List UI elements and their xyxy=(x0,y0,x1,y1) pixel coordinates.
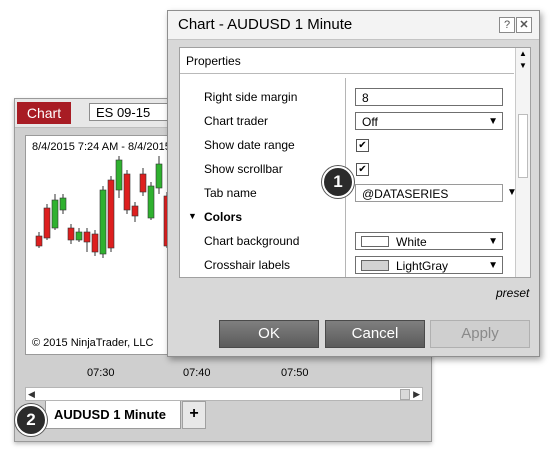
colors-section-title: Colors xyxy=(204,210,243,224)
chevron-down-icon[interactable]: ▼ xyxy=(488,257,498,275)
right-side-margin-input[interactable]: 8 xyxy=(355,88,503,106)
dialog-titlebar[interactable]: Chart - AUDUSD 1 Minute ? ✕ xyxy=(168,11,539,40)
candle-body xyxy=(43,207,51,239)
close-button[interactable]: ✕ xyxy=(516,17,532,33)
row-colors-section[interactable]: ▼ Colors xyxy=(180,206,514,230)
row-chart-background: Chart background White ▼ xyxy=(180,230,514,254)
chevron-down-icon[interactable]: ▼ xyxy=(488,233,498,251)
add-tab-button[interactable]: + xyxy=(182,401,206,429)
color-swatch-lightgray xyxy=(361,260,389,271)
candle-body xyxy=(123,173,131,211)
crosshair-labels-select[interactable]: LightGray ▼ xyxy=(355,256,503,274)
candle-body xyxy=(131,205,139,217)
preset-link[interactable]: preset xyxy=(496,286,529,300)
candle-body xyxy=(139,173,147,193)
candle-body xyxy=(67,227,75,241)
dialog-title: Chart - AUDUSD 1 Minute xyxy=(178,16,353,33)
row-show-date-range: Show date range ✔ xyxy=(180,134,514,158)
show-scrollbar-label: Show scrollbar xyxy=(204,162,283,176)
chart-background-select[interactable]: White ▼ xyxy=(355,232,503,250)
scroll-left-icon[interactable]: ◀ xyxy=(28,389,35,400)
candle-body xyxy=(35,235,43,247)
chart-trader-value: Off xyxy=(362,115,378,129)
chart-background-value: White xyxy=(396,235,427,249)
tab-name-value: @DATASERIES xyxy=(362,187,449,201)
scroll-right-icon[interactable]: ▶ xyxy=(413,389,420,400)
row-right-side-margin: Right side margin 8 xyxy=(180,86,514,110)
show-scrollbar-checkbox[interactable]: ✔ xyxy=(356,163,369,176)
time-axis: 07:30 07:40 07:50 xyxy=(25,355,421,385)
scroll-up-icon[interactable]: ▲ xyxy=(519,49,527,58)
candle-body xyxy=(155,163,163,189)
chart-trader-label: Chart trader xyxy=(204,114,269,128)
help-button[interactable]: ? xyxy=(499,17,515,33)
scroll-down-icon[interactable]: ▼ xyxy=(519,61,527,70)
property-grid: Properties Right side margin 8 Chart tra… xyxy=(179,47,531,278)
time-tick: 07:40 xyxy=(183,367,211,379)
candle-body xyxy=(147,185,155,219)
chart-background-label: Chart background xyxy=(204,234,300,248)
callout-1: 1 xyxy=(322,166,354,198)
callout-2: 2 xyxy=(15,404,47,436)
property-grid-scrollbar[interactable]: ▲ ▼ xyxy=(515,48,530,277)
candle-body xyxy=(115,159,123,191)
collapse-triangle-icon[interactable]: ▼ xyxy=(188,211,197,221)
crosshair-labels-value: LightGray xyxy=(396,259,449,273)
chevron-down-icon[interactable]: ▼ xyxy=(488,113,498,131)
scroll-thumb[interactable] xyxy=(400,389,410,400)
time-tick: 07:30 xyxy=(87,367,115,379)
row-crosshair-labels: Crosshair labels LightGray ▼ xyxy=(180,254,514,277)
candle-body xyxy=(59,197,67,211)
crosshair-labels-label: Crosshair labels xyxy=(204,258,291,272)
chart-menu-button[interactable]: Chart xyxy=(17,102,71,124)
color-swatch-white xyxy=(361,236,389,247)
apply-button[interactable]: Apply xyxy=(430,320,530,348)
chart-scrollbar[interactable]: ◀ ▶ xyxy=(25,387,423,401)
tab-audusd-1-minute[interactable]: AUDUSD 1 Minute xyxy=(45,401,181,429)
chart-trader-select[interactable]: Off ▼ xyxy=(355,112,503,130)
candle-body xyxy=(91,233,99,253)
right-side-margin-label: Right side margin xyxy=(204,90,298,104)
cancel-button[interactable]: Cancel xyxy=(325,320,425,348)
show-date-range-checkbox[interactable]: ✔ xyxy=(356,139,369,152)
show-date-range-label: Show date range xyxy=(204,138,295,152)
tab-name-label: Tab name xyxy=(204,186,257,200)
tab-name-input[interactable]: @DATASERIES xyxy=(355,184,503,202)
candle-body xyxy=(83,231,91,243)
candle-body xyxy=(107,179,115,249)
date-range-label: 8/4/2015 7:24 AM - 8/4/2015 xyxy=(32,141,171,153)
time-tick: 07:50 xyxy=(281,367,309,379)
properties-header: Properties xyxy=(180,48,514,74)
chart-tab-strip: AUDUSD 1 Minute + xyxy=(15,401,431,441)
candle-body xyxy=(99,189,107,255)
candle-body xyxy=(75,231,83,241)
row-chart-trader: Chart trader Off ▼ xyxy=(180,110,514,134)
scroll-thumb[interactable] xyxy=(518,114,528,178)
candle-body xyxy=(51,199,59,229)
copyright-label: © 2015 NinjaTrader, LLC xyxy=(32,337,154,349)
ok-button[interactable]: OK xyxy=(219,320,319,348)
